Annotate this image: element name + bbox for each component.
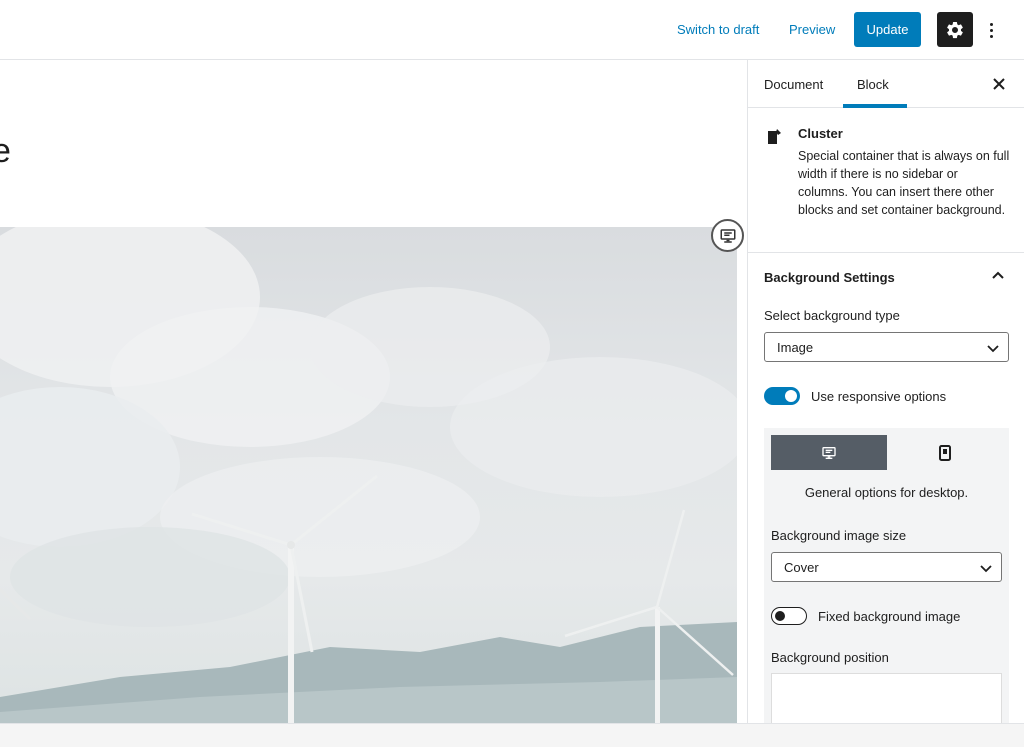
fixed-background-label: Fixed background image — [818, 609, 961, 624]
settings-button[interactable] — [937, 12, 973, 47]
block-document-icon — [768, 129, 781, 144]
chevron-down-icon — [987, 345, 999, 353]
sidebar-tabs: Document Block — [748, 60, 1024, 108]
image-size-label: Background image size — [771, 528, 907, 543]
more-options-button[interactable] — [982, 14, 1000, 46]
editor-header: Switch to draft Preview Update — [0, 0, 1024, 60]
background-type-select[interactable]: Image — [764, 332, 1009, 362]
chevron-down-icon — [980, 565, 992, 573]
settings-sidebar: Document Block Cluster Special container… — [747, 60, 1024, 723]
device-tab-desktop[interactable] — [771, 435, 887, 470]
block-description: Special container that is always on full… — [798, 149, 1010, 217]
cluster-background-image[interactable] — [0, 227, 737, 723]
block-card: Cluster Special container that is always… — [748, 108, 1024, 253]
close-sidebar-button[interactable] — [989, 74, 1009, 94]
fixed-background-toggle[interactable] — [771, 607, 807, 625]
background-type-label: Select background type — [764, 308, 900, 323]
image-size-value: Cover — [784, 559, 819, 575]
background-settings-header[interactable]: Background Settings — [764, 270, 895, 285]
responsive-options-panel: General options for desktop. Background … — [764, 428, 1009, 723]
editor-footer — [0, 723, 1024, 747]
desktop-icon — [720, 228, 735, 243]
tab-block[interactable]: Block — [857, 77, 889, 92]
update-button[interactable]: Update — [854, 12, 921, 47]
device-caption: General options for desktop. — [804, 485, 969, 500]
tab-document[interactable]: Document — [764, 77, 823, 92]
desktop-icon — [822, 446, 836, 459]
dot-icon — [989, 22, 993, 26]
responsive-options-toggle[interactable] — [764, 387, 800, 405]
gear-icon — [947, 21, 963, 38]
preview-button[interactable]: Preview — [789, 22, 835, 37]
responsive-desktop-badge[interactable] — [711, 219, 744, 252]
post-title-fragment[interactable]: e — [0, 132, 11, 171]
background-position-picker[interactable] — [771, 673, 1002, 723]
wind-turbine-landscape — [0, 227, 737, 723]
close-icon — [993, 78, 1005, 90]
block-name: Cluster — [798, 126, 843, 141]
image-size-select[interactable]: Cover — [771, 552, 1002, 582]
dot-icon — [989, 34, 993, 38]
editor-canvas: e — [0, 60, 747, 723]
switch-to-draft-button[interactable]: Switch to draft — [677, 22, 759, 37]
responsive-options-label: Use responsive options — [811, 389, 947, 404]
device-tab-mobile[interactable] — [887, 435, 1003, 470]
chevron-up-icon[interactable] — [990, 268, 1006, 284]
mobile-icon — [939, 444, 951, 461]
background-type-value: Image — [777, 339, 814, 355]
background-position-label: Background position — [771, 650, 889, 665]
dot-icon — [989, 28, 993, 32]
